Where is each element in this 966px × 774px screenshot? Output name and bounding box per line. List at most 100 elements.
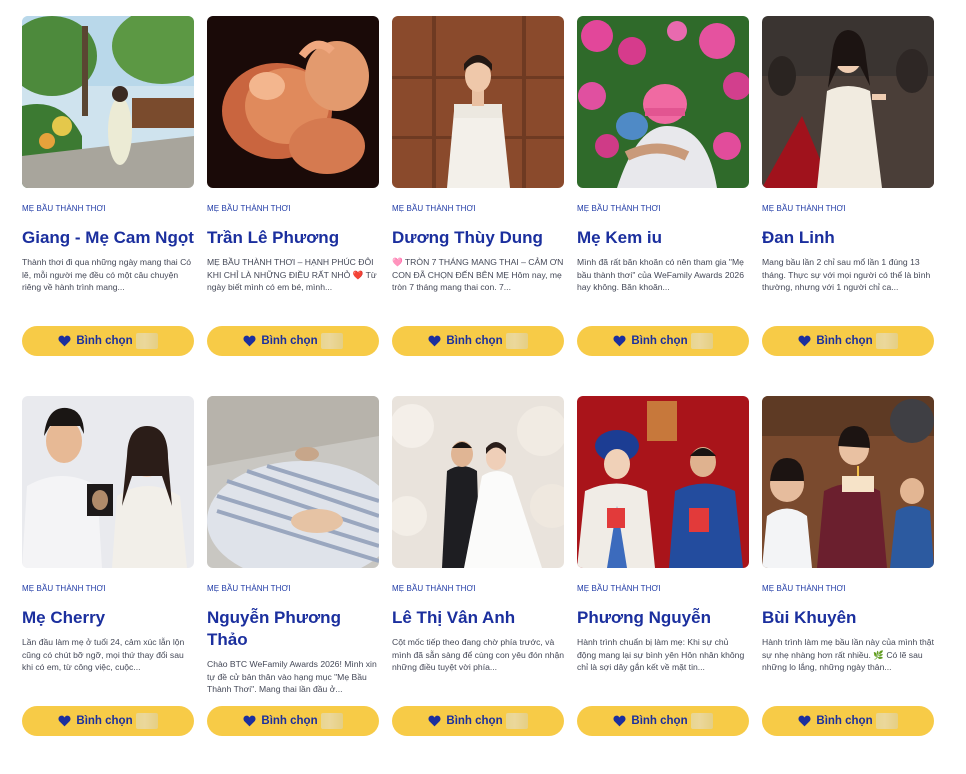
card-row: MẸ BẦU THÀNH THƠI Mẹ Cherry Lần đầu làm … xyxy=(22,396,935,774)
contestant-name[interactable]: Đan Linh xyxy=(762,227,934,249)
contestant-name[interactable]: Trần Lê Phương xyxy=(207,227,379,249)
heart-icon xyxy=(613,715,626,727)
vote-count-blurred xyxy=(690,333,713,349)
card-category: MẸ BẦU THÀNH THƠI xyxy=(22,584,106,593)
contestant-card[interactable]: MẸ BẦU THÀNH THƠI Lê Thị Vân Anh Cột mốc… xyxy=(392,396,564,736)
heart-icon xyxy=(798,335,811,347)
vote-label: Bình chọn xyxy=(631,335,688,347)
vote-button[interactable]: Bình chọn xyxy=(762,706,934,736)
card-category: MẸ BẦU THÀNH THƠI xyxy=(207,584,291,593)
contestant-photo[interactable] xyxy=(207,16,379,188)
heart-icon xyxy=(428,335,441,347)
vote-button[interactable]: Bình chọn xyxy=(22,706,194,736)
contestant-description: Chào BTC WeFamily Awards 2026! Mình xin … xyxy=(207,659,377,694)
contestant-name[interactable]: Nguyễn Phương Thảo xyxy=(207,607,379,651)
contestant-description: Cột mốc tiếp theo đang chờ phía trước, v… xyxy=(392,637,564,672)
vote-label: Bình chọn xyxy=(76,335,133,347)
photo-event-dress xyxy=(762,16,934,188)
heart-icon xyxy=(428,715,441,727)
contestant-photo[interactable] xyxy=(577,16,749,188)
contestant-card[interactable]: MẸ BẦU THÀNH THƠI Dương Thùy Dung 🩷 TRÒN… xyxy=(392,16,564,356)
vote-label: Bình chọn xyxy=(816,715,873,727)
card-category: MẸ BẦU THÀNH THƠI xyxy=(392,204,476,213)
contestant-card[interactable]: MẸ BẦU THÀNH THƠI Bùi Khuyên Hành trình … xyxy=(762,396,934,736)
heart-icon xyxy=(58,715,71,727)
vote-label: Bình chọn xyxy=(261,715,318,727)
contestant-photo[interactable] xyxy=(577,396,749,568)
vote-count-blurred xyxy=(135,333,158,349)
vote-button[interactable]: Bình chọn xyxy=(392,706,564,736)
photo-wedding xyxy=(392,396,564,568)
photo-park xyxy=(22,16,194,188)
vote-label: Bình chọn xyxy=(261,335,318,347)
contestant-description: Hành trình làm mẹ bầu lần này của mình t… xyxy=(762,637,934,672)
contestant-card[interactable]: MẸ BẦU THÀNH THƠI Mẹ Kem iu Mình đã rất … xyxy=(577,16,749,356)
contestant-photo[interactable] xyxy=(22,16,194,188)
vote-count-blurred xyxy=(690,713,713,729)
card-category: MẸ BẦU THÀNH THƠI xyxy=(762,204,846,213)
vote-label: Bình chọn xyxy=(631,715,688,727)
contestant-photo[interactable] xyxy=(392,396,564,568)
vote-count-blurred xyxy=(505,713,528,729)
vote-count-blurred xyxy=(505,333,528,349)
vote-button[interactable]: Bình chọn xyxy=(207,326,379,356)
card-category: MẸ BẦU THÀNH THƠI xyxy=(207,204,291,213)
photo-belly-stripes xyxy=(207,396,379,568)
contestant-description: Hành trình chuẩn bị làm mẹ: Khi sự chủ đ… xyxy=(577,637,745,672)
vote-label: Bình chọn xyxy=(446,335,503,347)
vote-label: Bình chọn xyxy=(76,715,133,727)
card-row: MẸ BẦU THÀNH THƠI Giang - Mẹ Cam Ngọt Th… xyxy=(22,16,935,396)
contestant-card[interactable]: MẸ BẦU THÀNH THƠI Giang - Mẹ Cam Ngọt Th… xyxy=(22,16,194,356)
vote-count-blurred xyxy=(875,713,898,729)
contestant-name[interactable]: Mẹ Kem iu xyxy=(577,227,749,249)
contestant-description: Lần đầu làm mẹ ở tuổi 24, cảm xúc lẫn lộ… xyxy=(22,637,185,672)
vote-count-blurred xyxy=(135,713,158,729)
contestant-description: Mang bầu lần 2 chỉ sau mổ lần 1 đúng 13 … xyxy=(762,257,931,292)
photo-family-cake xyxy=(762,396,934,568)
contestant-photo[interactable] xyxy=(392,16,564,188)
card-category: MẸ BẦU THÀNH THƠI xyxy=(577,204,661,213)
vote-button[interactable]: Bình chọn xyxy=(22,326,194,356)
photo-flowers-hug xyxy=(577,16,749,188)
contestant-name[interactable]: Mẹ Cherry xyxy=(22,607,194,629)
card-category: MẸ BẦU THÀNH THƠI xyxy=(577,584,661,593)
vote-button[interactable]: Bình chọn xyxy=(577,326,749,356)
vote-count-blurred xyxy=(875,333,898,349)
contestant-photo[interactable] xyxy=(762,396,934,568)
contestant-photo[interactable] xyxy=(207,396,379,568)
contestant-card[interactable]: MẸ BẦU THÀNH THƠI Nguyễn Phương Thảo Chà… xyxy=(207,396,379,736)
vote-button[interactable]: Bình chọn xyxy=(207,706,379,736)
heart-icon xyxy=(613,335,626,347)
card-category: MẸ BẦU THÀNH THƠI xyxy=(762,584,846,593)
contestant-description: Mình đã rất băn khoăn có nên tham gia "M… xyxy=(577,257,744,292)
photo-traditional-wedding xyxy=(577,396,749,568)
vote-label: Bình chọn xyxy=(446,715,503,727)
vote-button[interactable]: Bình chọn xyxy=(577,706,749,736)
contestant-name[interactable]: Phương Nguyễn xyxy=(577,607,749,629)
heart-icon xyxy=(243,335,256,347)
contestant-description: Thành thơi đi qua những ngày mang thai C… xyxy=(22,257,192,292)
vote-button[interactable]: Bình chọn xyxy=(392,326,564,356)
contestant-name[interactable]: Dương Thùy Dung xyxy=(392,227,564,249)
vote-count-blurred xyxy=(320,333,343,349)
contestant-grid: MẸ BẦU THÀNH THƠI Giang - Mẹ Cam Ngọt Th… xyxy=(22,16,935,774)
vote-button[interactable]: Bình chọn xyxy=(762,326,934,356)
photo-ultrasound xyxy=(207,16,379,188)
contestant-name[interactable]: Giang - Mẹ Cam Ngọt xyxy=(22,227,194,249)
heart-icon xyxy=(798,715,811,727)
contestant-name[interactable]: Lê Thị Vân Anh xyxy=(392,607,564,629)
heart-icon xyxy=(58,335,71,347)
contestant-card[interactable]: MẸ BẦU THÀNH THƠI Mẹ Cherry Lần đầu làm … xyxy=(22,396,194,736)
photo-couple-ultrasound xyxy=(22,396,194,568)
vote-label: Bình chọn xyxy=(816,335,873,347)
contestant-card[interactable]: MẸ BẦU THÀNH THƠI Phương Nguyễn Hành trì… xyxy=(577,396,749,736)
contestant-photo[interactable] xyxy=(762,16,934,188)
card-category: MẸ BẦU THÀNH THƠI xyxy=(392,584,476,593)
contestant-photo[interactable] xyxy=(22,396,194,568)
heart-icon xyxy=(243,715,256,727)
contestant-description: 🩷 TRÒN 7 THÁNG MANG THAI – CẢM ƠN CON ĐÃ… xyxy=(392,257,564,292)
contestant-card[interactable]: MẸ BẦU THÀNH THƠI Đan Linh Mang bầu lần … xyxy=(762,16,934,356)
contestant-name[interactable]: Bùi Khuyên xyxy=(762,607,934,629)
card-category: MẸ BẦU THÀNH THƠI xyxy=(22,204,106,213)
contestant-card[interactable]: MẸ BẦU THÀNH THƠI Trần Lê Phương MẸ BẦU … xyxy=(207,16,379,356)
